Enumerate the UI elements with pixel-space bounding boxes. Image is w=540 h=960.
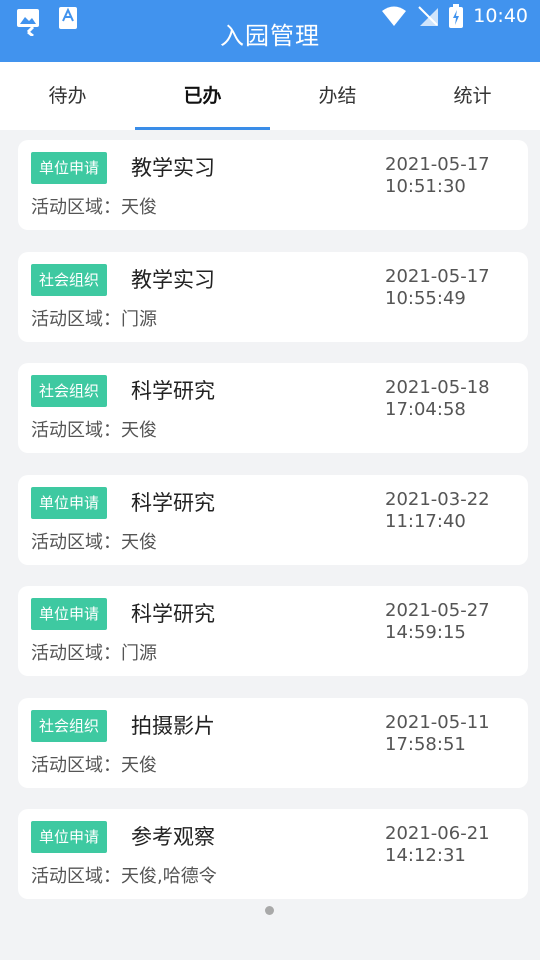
- item-time: 14:59:15: [385, 622, 466, 643]
- item-date: 2021-05-18: [385, 377, 490, 398]
- area-value: 天俊: [121, 531, 157, 553]
- item-timestamp: 2021-05-17 10:55:49: [385, 266, 500, 310]
- tab-done[interactable]: 已办: [135, 62, 270, 130]
- item-date: 2021-06-21: [385, 823, 490, 844]
- list-item[interactable]: 单位申请 科学研究 活动区域：天俊 2021-03-22 11:17:40: [18, 474, 528, 565]
- application-list: 单位申请 教学实习 活动区域：天俊 2021-05-17 10:51:30 社会组…: [18, 140, 528, 921]
- item-area: 活动区域：门源: [31, 306, 157, 334]
- item-title: 参考观察: [131, 825, 215, 849]
- area-label: 活动区域：: [31, 531, 121, 553]
- item-title: 拍摄影片: [131, 713, 215, 738]
- item-date: 2021-05-27: [385, 600, 490, 621]
- area-label: 活动区域：: [31, 643, 121, 664]
- area-label: 活动区域：: [31, 754, 121, 776]
- item-timestamp: 2021-05-27 14:59:15: [385, 600, 500, 644]
- item-title: 教学实习: [131, 156, 215, 180]
- item-date: 2021-05-17: [385, 154, 490, 175]
- item-timestamp: 2021-03-22 11:17:40: [385, 489, 500, 533]
- tab-bar: 待办 已办 办结 统计: [0, 62, 540, 130]
- item-title: 科学研究: [131, 490, 215, 515]
- type-badge: 单位申请: [31, 598, 108, 630]
- item-title: 科学研究: [131, 602, 215, 626]
- item-area: 活动区域：天俊: [31, 417, 157, 445]
- area-value: 天俊: [121, 420, 157, 441]
- list-item[interactable]: 社会组织 教学实习 活动区域：门源 2021-05-17 10:55:49: [18, 251, 528, 342]
- item-area: 活动区域：门源: [31, 640, 157, 668]
- type-badge: 社会组织: [31, 263, 108, 296]
- area-value: 门源: [121, 308, 157, 330]
- item-time: 11:17:40: [385, 510, 466, 532]
- type-badge: 单位申请: [31, 486, 108, 519]
- item-time: 17:04:58: [385, 399, 466, 420]
- list-item[interactable]: 社会组织 科学研究 活动区域：天俊 2021-05-18 17:04:58: [18, 363, 528, 453]
- area-value: 天俊: [121, 197, 157, 218]
- type-badge: 社会组织: [31, 709, 108, 742]
- area-label: 活动区域：: [31, 308, 121, 330]
- tab-statistics[interactable]: 统计: [405, 62, 540, 130]
- type-badge: 单位申请: [31, 821, 108, 853]
- item-date: 2021-03-22: [385, 488, 490, 510]
- page-title: 入园管理: [220, 22, 320, 50]
- list-item[interactable]: 单位申请 科学研究 活动区域：门源 2021-05-27 14:59:15: [18, 586, 528, 676]
- tab-closed[interactable]: 办结: [270, 62, 405, 130]
- list-item[interactable]: 社会组织 拍摄影片 活动区域：天俊 2021-05-11 17:58:51: [18, 697, 528, 788]
- list-item[interactable]: 单位申请 参考观察 活动区域：天俊,哈德令 2021-06-21 14:12:31: [18, 809, 528, 899]
- item-area: 活动区域：天俊: [31, 752, 157, 780]
- item-timestamp: 2021-05-17 10:51:30: [385, 154, 500, 198]
- area-label: 活动区域：: [31, 197, 121, 218]
- item-timestamp: 2021-05-18 17:04:58: [385, 377, 500, 421]
- area-label: 活动区域：: [31, 866, 121, 887]
- item-title: 科学研究: [131, 379, 215, 403]
- app-header: 10:40 入园管理: [0, 0, 540, 62]
- type-badge: 单位申请: [31, 152, 108, 184]
- item-title: 教学实习: [131, 267, 215, 292]
- area-value: 天俊,哈德令: [121, 866, 217, 887]
- tab-todo[interactable]: 待办: [0, 62, 135, 130]
- item-area: 活动区域：天俊: [31, 194, 157, 222]
- item-time: 10:51:30: [385, 176, 466, 197]
- item-area: 活动区域：天俊: [31, 529, 157, 557]
- area-label: 活动区域：: [31, 420, 121, 441]
- loading-indicator: [265, 906, 274, 915]
- item-time: 17:58:51: [385, 733, 466, 755]
- area-value: 天俊: [121, 754, 157, 776]
- item-date: 2021-05-11: [385, 711, 490, 733]
- item-time: 14:12:31: [385, 845, 466, 866]
- item-time: 10:55:49: [385, 287, 466, 309]
- item-timestamp: 2021-06-21 14:12:31: [385, 823, 500, 867]
- item-timestamp: 2021-05-11 17:58:51: [385, 712, 500, 756]
- area-value: 门源: [121, 643, 157, 664]
- type-badge: 社会组织: [31, 375, 108, 407]
- item-area: 活动区域：天俊,哈德令: [31, 863, 217, 891]
- item-date: 2021-05-17: [385, 265, 490, 287]
- list-item[interactable]: 单位申请 教学实习 活动区域：天俊 2021-05-17 10:51:30: [18, 140, 528, 230]
